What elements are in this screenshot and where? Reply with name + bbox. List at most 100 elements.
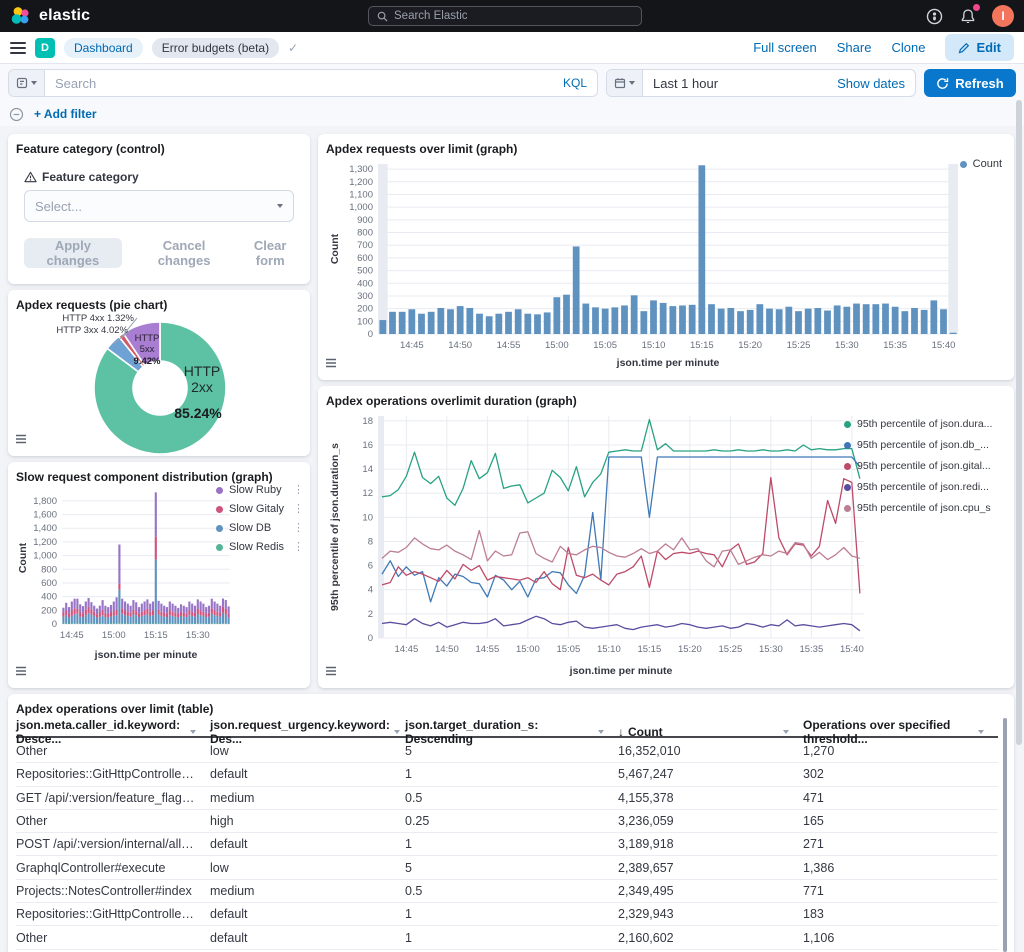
breadcrumb-current[interactable]: Error budgets (beta) xyxy=(152,38,279,58)
legend-toggle-icon[interactable] xyxy=(324,356,338,375)
table-cell: 1,270 xyxy=(803,744,998,758)
svg-text:15:25: 15:25 xyxy=(787,340,811,351)
apply-changes-button[interactable]: Apply changes xyxy=(24,238,122,268)
clone-link[interactable]: Clone xyxy=(891,40,925,55)
date-picker-menu[interactable] xyxy=(607,70,643,96)
chevron-down-icon xyxy=(629,81,635,85)
pencil-icon xyxy=(958,42,970,54)
legend-item[interactable]: 95th percentile of json.dura... xyxy=(844,418,1006,430)
notifications-bell-icon[interactable] xyxy=(958,6,978,26)
svg-text:8: 8 xyxy=(368,536,373,547)
svg-text:600: 600 xyxy=(41,578,57,589)
table-cell: Repositories::GitHttpController#info_ref… xyxy=(16,767,210,781)
breadcrumb-dashboard[interactable]: Dashboard xyxy=(64,38,143,58)
saved-query-menu[interactable] xyxy=(9,70,45,96)
help-icon[interactable] xyxy=(924,6,944,26)
chevron-down-icon[interactable] xyxy=(978,730,984,734)
cancel-changes-button[interactable]: Cancel changes xyxy=(148,238,221,268)
svg-text:15:30: 15:30 xyxy=(835,340,859,351)
legend-item[interactable]: 95th percentile of json.redi... xyxy=(844,481,1006,493)
panel-title: Apdex requests (pie chart) xyxy=(16,298,302,312)
legend-item[interactable]: 95th percentile of json.cpu_s xyxy=(844,502,1006,514)
global-search-input[interactable]: Search Elastic xyxy=(368,6,642,26)
legend-actions-icon[interactable]: ⋮ xyxy=(293,523,304,534)
panel-overlimit-duration-graph: Apdex operations overlimit duration (gra… xyxy=(318,386,1014,688)
chevron-down-icon[interactable] xyxy=(394,730,400,734)
table-cell: 0.25 xyxy=(405,814,618,828)
svg-text:json.time per minute: json.time per minute xyxy=(616,357,720,368)
feature-category-select[interactable]: Select... xyxy=(24,190,294,222)
table-row: GET /api/:version/feature_flags/unleash.… xyxy=(16,787,998,810)
kql-query-input[interactable]: Search xyxy=(45,76,563,91)
table-scrollbar[interactable] xyxy=(1003,718,1007,952)
legend-item[interactable]: 95th percentile of json.gital... xyxy=(844,460,1006,472)
table-cell: 2,160,602 xyxy=(618,931,803,945)
legend-label: 95th percentile of json.db_... xyxy=(857,439,989,451)
full-screen-link[interactable]: Full screen xyxy=(753,40,817,55)
saved-check-icon: ✓ xyxy=(288,41,298,55)
table-cell: GET /api/:version/feature_flags/unleash.… xyxy=(16,791,210,805)
legend-item[interactable]: Slow Redis⋮ xyxy=(216,541,304,553)
legend-dot xyxy=(844,463,851,470)
table-cell: 1 xyxy=(405,907,618,921)
table-row: GraphqlController#executelow52,389,6571,… xyxy=(16,856,998,879)
filter-options-icon[interactable] xyxy=(9,107,24,122)
show-dates-link[interactable]: Show dates xyxy=(837,76,915,91)
legend-actions-icon[interactable]: ⋮ xyxy=(293,504,304,515)
time-range-value[interactable]: Last 1 hour xyxy=(643,76,837,91)
svg-text:1,000: 1,000 xyxy=(349,202,373,213)
panel-feature-category-control: Feature category (control) Feature categ… xyxy=(8,134,310,284)
user-avatar[interactable]: I xyxy=(992,5,1014,27)
clear-form-button[interactable]: Clear form xyxy=(246,238,294,268)
svg-text:1,200: 1,200 xyxy=(349,177,373,188)
table-cell: 2,329,943 xyxy=(618,907,803,921)
svg-text:HTTP: HTTP xyxy=(135,333,160,344)
chevron-down-icon[interactable] xyxy=(783,730,789,734)
chevron-down-icon[interactable] xyxy=(598,730,604,734)
legend-dot xyxy=(216,506,223,513)
table-cell: 4,155,378 xyxy=(618,791,803,805)
table-cell: 5,467,247 xyxy=(618,767,803,781)
legend-toggle-icon[interactable] xyxy=(324,664,338,683)
chart-legend: 95th percentile of json.dura... 95th perc… xyxy=(844,418,1006,514)
svg-text:14:45: 14:45 xyxy=(394,644,418,655)
svg-text:HTTP 4xx 1.32%: HTTP 4xx 1.32% xyxy=(62,313,134,324)
legend-item[interactable]: Slow Gitaly⋮ xyxy=(216,503,304,515)
legend-item[interactable]: 95th percentile of json.db_... xyxy=(844,439,1006,451)
table-cell: Other xyxy=(16,814,210,828)
chart-legend[interactable]: Count xyxy=(960,158,1002,170)
share-link[interactable]: Share xyxy=(837,40,872,55)
table-row: Repositories::GitHttpController#info_ref… xyxy=(16,763,998,786)
elastic-logo[interactable]: elastic xyxy=(10,5,90,27)
svg-text:HTTP: HTTP xyxy=(184,363,221,379)
svg-text:300: 300 xyxy=(357,291,373,302)
legend-label: Slow Ruby xyxy=(229,484,282,496)
legend-actions-icon[interactable]: ⋮ xyxy=(293,542,304,553)
chevron-down-icon[interactable] xyxy=(190,730,196,734)
table-cell: 2,389,657 xyxy=(618,861,803,875)
table-cell: 165 xyxy=(803,814,998,828)
legend-toggle-icon[interactable] xyxy=(14,432,28,451)
legend-dot xyxy=(844,421,851,428)
space-avatar[interactable]: D xyxy=(35,38,55,58)
svg-text:Count: Count xyxy=(329,233,341,264)
legend-toggle-icon[interactable] xyxy=(14,664,28,683)
edit-button[interactable]: Edit xyxy=(945,34,1014,61)
refresh-button[interactable]: Refresh xyxy=(924,69,1016,97)
page-scrollbar[interactable] xyxy=(1016,100,1022,745)
legend-item[interactable]: Slow Ruby ⋮ xyxy=(216,484,304,496)
svg-text:json.time per minute: json.time per minute xyxy=(569,665,673,677)
svg-text:4: 4 xyxy=(368,585,373,596)
legend-label: 95th percentile of json.gital... xyxy=(857,460,991,472)
logo-text: elastic xyxy=(39,7,90,25)
svg-text:15:15: 15:15 xyxy=(144,630,168,641)
add-filter-link[interactable]: + Add filter xyxy=(34,107,97,121)
menu-hamburger-icon[interactable] xyxy=(10,42,26,54)
legend-item[interactable]: Slow DB⋮ xyxy=(216,522,304,534)
svg-text:15:00: 15:00 xyxy=(102,630,126,641)
panel-title: Apdex requests over limit (graph) xyxy=(326,142,1006,156)
kql-toggle[interactable]: KQL xyxy=(563,76,597,90)
table-cell: POST /api/:version/internal/allowed xyxy=(16,837,210,851)
legend-actions-icon[interactable]: ⋮ xyxy=(293,485,304,496)
table-row: Otherlow516,352,0101,270 xyxy=(16,740,998,763)
